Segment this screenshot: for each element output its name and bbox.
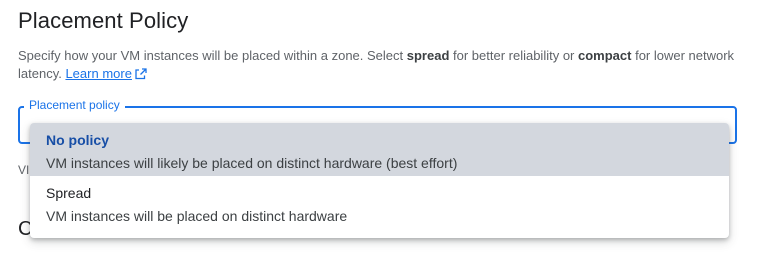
external-link-icon: [135, 67, 147, 85]
learn-more-label: Learn more: [65, 66, 132, 81]
option-description: VM instances will be placed on distinct …: [46, 208, 348, 224]
placement-policy-page: Placement Policy Specify how your VM ins…: [0, 0, 759, 255]
option-no-policy[interactable]: No policy VM instances will likely be pl…: [30, 123, 729, 176]
placement-policy-dropdown: No policy VM instances will likely be pl…: [30, 123, 729, 238]
field-hint-text: VI: [18, 163, 30, 177]
section-description: Specify how your VM instances will be pl…: [18, 47, 748, 85]
option-description: VM instances will likely be placed on di…: [46, 155, 458, 171]
description-compact: compact: [578, 48, 632, 63]
option-title: Spread: [46, 185, 92, 201]
option-title: No policy: [46, 132, 110, 148]
description-text-1: Specify how your VM instances will be pl…: [18, 48, 407, 63]
section-title: Placement Policy: [18, 8, 189, 33]
description-text-2: for better reliability or: [449, 48, 578, 63]
description-spread: spread: [406, 48, 450, 63]
placement-policy-label: Placement policy: [24, 97, 125, 113]
learn-more-link[interactable]: Learn more: [65, 66, 147, 81]
option-spread[interactable]: Spread VM instances will be placed on di…: [30, 176, 729, 229]
